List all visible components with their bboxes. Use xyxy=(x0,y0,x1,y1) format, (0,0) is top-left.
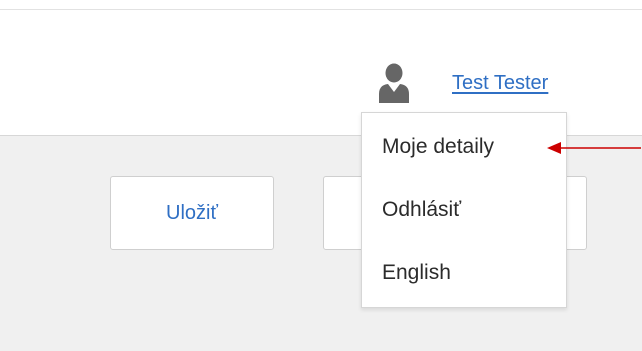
user-icon xyxy=(378,62,410,104)
save-button[interactable]: Uložiť xyxy=(110,176,274,250)
user-area: Test Tester xyxy=(378,62,548,104)
user-dropdown-menu: Moje detaily Odhlásiť English xyxy=(361,112,567,308)
menu-item-english[interactable]: English xyxy=(382,261,451,285)
menu-item-my-details[interactable]: Moje detaily xyxy=(382,135,494,159)
menu-item-logout[interactable]: Odhlásiť xyxy=(382,198,461,222)
page: Test Tester Uložiť Moje detaily Odhlásiť… xyxy=(0,0,642,351)
user-name-link[interactable]: Test Tester xyxy=(452,72,548,95)
